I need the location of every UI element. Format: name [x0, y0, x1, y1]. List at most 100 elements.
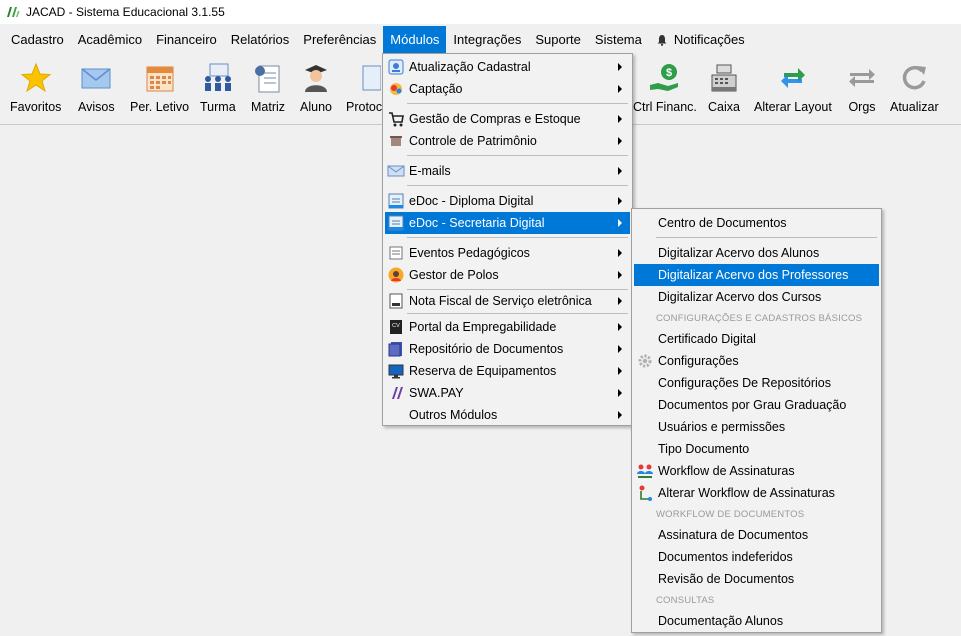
- submenu-item-docs-grau-graduacao[interactable]: Documentos por Grau Graduação: [634, 394, 879, 416]
- submenu-item-certificado-digital[interactable]: Certificado Digital: [634, 328, 879, 350]
- menu-separator: [407, 185, 628, 186]
- toolbar-matriz-button[interactable]: Matriz: [251, 61, 285, 114]
- submenu-item-config-repositorios[interactable]: Configurações De Repositórios: [634, 372, 879, 394]
- submenu-arrow-icon: [618, 367, 622, 375]
- submenu-arrow-icon: [618, 115, 622, 123]
- toolbar-aluno-label: Aluno: [300, 100, 332, 114]
- patrimonio-icon: [390, 136, 402, 146]
- student-icon: [305, 65, 327, 92]
- menu-item-gestor-polos[interactable]: Gestor de Polos: [385, 264, 630, 286]
- submenu-arrow-icon: [618, 297, 622, 305]
- menu-item-edoc-secretaria[interactable]: eDoc - Secretaria Digital: [385, 212, 630, 234]
- toolbar-favoritos-button[interactable]: Favoritos: [10, 61, 61, 114]
- submenu-arrow-icon: [618, 197, 622, 205]
- submenu-item-workflow-assinaturas[interactable]: Workflow de Assinaturas: [634, 460, 879, 482]
- menu-item-edoc-diploma[interactable]: eDoc - Diploma Digital: [385, 190, 630, 212]
- toolbar-atualizar-label: Atualizar: [890, 100, 939, 114]
- menu-item-emails[interactable]: E-mails: [385, 160, 630, 182]
- toolbar-orgs-button[interactable]: Orgs: [845, 61, 879, 114]
- toolbar-protocolo-button[interactable]: Protoc: [346, 61, 382, 114]
- submenu-item-documentos-indeferidos[interactable]: Documentos indeferidos: [634, 546, 879, 568]
- toolbar-caixa-button[interactable]: Caixa: [707, 61, 741, 114]
- swa-pay-icon: [392, 387, 403, 399]
- menu-item-repositorio-documentos[interactable]: Repositório de Documentos: [385, 338, 630, 360]
- menu-suporte[interactable]: Suporte: [528, 26, 588, 53]
- money-hand-icon: $: [649, 64, 678, 91]
- cv-icon: CV: [390, 320, 402, 334]
- events-icon: [389, 246, 403, 260]
- submenu-item-usuarios-permissoes[interactable]: Usuários e permissões: [634, 416, 879, 438]
- submenu-item-assinatura-documentos[interactable]: Assinatura de Documentos: [634, 524, 879, 546]
- menu-notificacoes-label: Notificações: [673, 32, 745, 47]
- submenu-arrow-icon: [618, 249, 622, 257]
- repository-icon: [388, 342, 402, 357]
- toolbar-alterar-layout-label: Alterar Layout: [754, 100, 832, 114]
- menu-preferencias[interactable]: Preferências: [296, 26, 383, 53]
- toolbar-turma-button[interactable]: Turma: [200, 61, 236, 114]
- submenu-item-documentacao-alunos[interactable]: Documentação Alunos: [634, 610, 879, 632]
- window-title: JACAD - Sistema Educacional 3.1.55: [26, 5, 225, 19]
- toolbar-ctrl-financ-button[interactable]: $ Ctrl Financ.: [633, 61, 697, 114]
- envelope-icon: [387, 165, 405, 177]
- menu-separator: [407, 237, 628, 238]
- submenu-item-digitalizar-professores[interactable]: Digitalizar Acervo dos Professores: [634, 264, 879, 286]
- menu-relatorios[interactable]: Relatórios: [224, 26, 297, 53]
- toolbar-alterar-layout-button[interactable]: Alterar Layout: [754, 61, 832, 114]
- class-icon: [204, 63, 231, 91]
- toolbar-avisos-label: Avisos: [78, 100, 115, 114]
- submenu-arrow-icon: [618, 219, 622, 227]
- menu-sistema[interactable]: Sistema: [588, 26, 649, 53]
- submenu-item-digitalizar-alunos[interactable]: Digitalizar Acervo dos Alunos: [634, 242, 879, 264]
- menu-item-eventos-pedagogicos[interactable]: Eventos Pedagógicos: [385, 242, 630, 264]
- star-icon: [20, 62, 52, 93]
- submenu-arrow-icon: [618, 63, 622, 71]
- toolbar-ctrl-financ-label: Ctrl Financ.: [633, 100, 697, 114]
- submenu-item-tipo-documento[interactable]: Tipo Documento: [634, 438, 879, 460]
- menu-item-atualizacao-cadastral[interactable]: Atualização Cadastral: [385, 56, 630, 78]
- menu-modulos[interactable]: Módulos: [383, 26, 447, 53]
- menu-item-outros-modulos[interactable]: Outros Módulos: [385, 404, 630, 426]
- menu-item-reserva-equipamentos[interactable]: Reserva de Equipamentos: [385, 360, 630, 382]
- monitor-icon: [388, 364, 404, 379]
- matrix-icon: [255, 65, 280, 93]
- submenu-arrow-icon: [618, 85, 622, 93]
- toolbar-atualizar-button[interactable]: Atualizar: [890, 61, 939, 114]
- refresh-icon: [903, 65, 927, 90]
- toolbar-aluno-button[interactable]: Aluno: [299, 61, 333, 114]
- submenu-item-alterar-workflow[interactable]: Alterar Workflow de Assinaturas: [634, 482, 879, 504]
- submenu-arrow-icon: [618, 323, 622, 331]
- orgs-arrows-icon: [849, 69, 875, 87]
- menu-academico[interactable]: Acadêmico: [71, 26, 149, 53]
- section-header-workflow: WORKFLOW DE DOCUMENTOS: [656, 509, 805, 520]
- menu-item-controle-patrimonio[interactable]: Controle de Patrimônio: [385, 130, 630, 152]
- menu-separator: [407, 313, 628, 314]
- menu-item-gestao-compras[interactable]: Gestão de Compras e Estoque: [385, 108, 630, 130]
- submenu-item-centro-documentos[interactable]: Centro de Documentos: [634, 212, 879, 234]
- toolbar-orgs-label: Orgs: [848, 100, 876, 114]
- invoice-icon: [389, 293, 403, 309]
- workflow-users-icon: [637, 464, 653, 478]
- menu-notificacoes[interactable]: Notificações: [649, 26, 752, 53]
- menu-separator: [407, 103, 628, 104]
- id-card-icon: [388, 59, 404, 75]
- menu-cadastro[interactable]: Cadastro: [4, 26, 71, 53]
- submenu-arrow-icon: [618, 411, 622, 419]
- submenu-item-revisao-documentos[interactable]: Revisão de Documentos: [634, 568, 879, 590]
- menu-separator: [407, 155, 628, 156]
- menu-item-nota-fiscal[interactable]: Nota Fiscal de Serviço eletrônica: [385, 290, 630, 312]
- gear-icon: [638, 354, 652, 368]
- submenu-item-digitalizar-cursos[interactable]: Digitalizar Acervo dos Cursos: [634, 286, 879, 308]
- toolbar-per-letivo-label: Per. Letivo: [130, 100, 190, 114]
- title-bar: JACAD - Sistema Educacional 3.1.55: [0, 0, 961, 24]
- submenu-item-configuracoes[interactable]: Configurações: [634, 350, 879, 372]
- menu-financeiro[interactable]: Financeiro: [149, 26, 224, 53]
- cash-register-icon: [711, 64, 737, 92]
- menu-item-swa-pay[interactable]: SWA.PAY: [385, 382, 630, 404]
- menu-item-portal-empregabilidade[interactable]: CV Portal da Empregabilidade: [385, 316, 630, 338]
- toolbar-avisos-button[interactable]: Avisos: [78, 61, 115, 114]
- submenu-arrow-icon: [618, 345, 622, 353]
- menu-integracoes[interactable]: Integrações: [446, 26, 528, 53]
- menu-item-captacao[interactable]: Captação: [385, 78, 630, 100]
- toolbar-per-letivo-button[interactable]: Per. Letivo: [130, 61, 189, 114]
- workflow-edit-icon: [639, 485, 652, 501]
